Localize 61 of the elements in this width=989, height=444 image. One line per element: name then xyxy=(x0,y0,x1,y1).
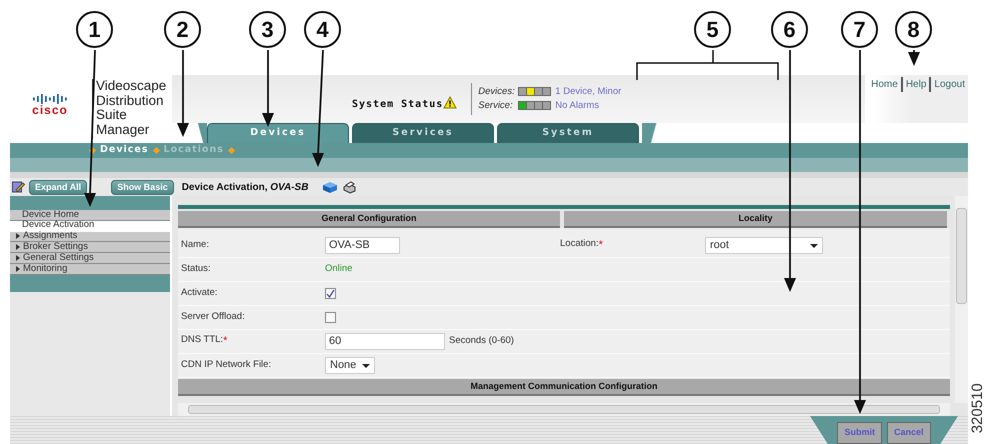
sidebar-item[interactable]: Broker Settings xyxy=(10,242,170,254)
field-hint: Seconds (0-60) xyxy=(449,334,514,348)
field-label: Server Offload: xyxy=(180,310,246,324)
cube-icon[interactable] xyxy=(322,180,338,194)
text-field[interactable]: OVA-SB xyxy=(325,237,400,254)
tab[interactable]: System xyxy=(497,123,639,143)
field-label: Name: xyxy=(180,238,210,252)
section-header: General Configuration xyxy=(178,211,560,228)
callout-number: 3 xyxy=(249,11,286,48)
checkbox[interactable] xyxy=(325,288,336,299)
sidebar-item[interactable]: Monitoring xyxy=(10,264,170,275)
callout-number: 5 xyxy=(694,11,731,48)
warning-icon xyxy=(443,96,458,108)
status-link[interactable]: 1 Device, Minor xyxy=(555,86,622,97)
vertical-scrollbar[interactable] xyxy=(955,196,968,403)
field-label: Activate: xyxy=(180,286,218,300)
caret-icon xyxy=(810,244,818,248)
sidebar-item[interactable]: Device Home xyxy=(10,210,170,221)
edit-icon[interactable] xyxy=(12,181,25,193)
callout-number: 2 xyxy=(164,11,201,48)
text-field[interactable]: 60 xyxy=(325,333,445,350)
status-lights xyxy=(518,86,552,96)
status-label: Service: xyxy=(478,99,514,113)
cisco-logo: cisco xyxy=(10,75,90,123)
page-title: Device Activation, OVA-SB xyxy=(182,180,308,194)
sidebar-item[interactable]: Assignments xyxy=(10,232,170,242)
section-header: Management Communication Configuration xyxy=(178,379,950,396)
sidebar-item[interactable]: General Settings xyxy=(10,253,170,264)
checkbox[interactable] xyxy=(325,312,336,323)
caret-icon xyxy=(362,364,370,368)
field-label: Status: xyxy=(180,262,212,276)
sidebar-item[interactable]: Device Activation xyxy=(10,220,170,232)
header-link[interactable]: Help xyxy=(900,77,930,92)
callout-number: 6 xyxy=(771,11,808,48)
required-mark: * xyxy=(223,335,228,348)
status-value: Online xyxy=(325,262,352,276)
show-basic-button[interactable]: Show Basic xyxy=(111,180,174,194)
field-label: CDN IP Network File: xyxy=(180,358,272,372)
status-link[interactable]: No Alarms xyxy=(555,100,600,111)
header-link[interactable]: Logout xyxy=(929,77,968,92)
status-lights xyxy=(518,100,552,110)
expand-all-button[interactable]: Expand All xyxy=(29,180,88,194)
section-header: Locality xyxy=(564,211,947,228)
status-label: Devices: xyxy=(478,85,516,99)
printer-icon[interactable] xyxy=(342,180,358,194)
callout-number: 4 xyxy=(304,11,341,48)
callout-arrow xyxy=(908,50,920,66)
system-status-label: System Status xyxy=(352,98,444,112)
callout-number: 7 xyxy=(841,11,878,48)
tab[interactable]: Services xyxy=(352,123,494,143)
callout-number: 8 xyxy=(895,11,932,48)
horizontal-scrollbar[interactable] xyxy=(178,403,950,416)
tab[interactable]: Devices xyxy=(207,123,349,143)
dropdown[interactable]: root xyxy=(705,237,823,254)
callout-number: 1 xyxy=(76,11,113,48)
tab-strip-edge xyxy=(195,123,207,143)
breadcrumb-link[interactable]: Devices xyxy=(100,143,149,158)
required-mark: * xyxy=(598,239,603,252)
header-link[interactable]: Home xyxy=(868,77,901,92)
figure-id: 320510 xyxy=(969,382,987,436)
dropdown[interactable]: None xyxy=(325,357,376,374)
